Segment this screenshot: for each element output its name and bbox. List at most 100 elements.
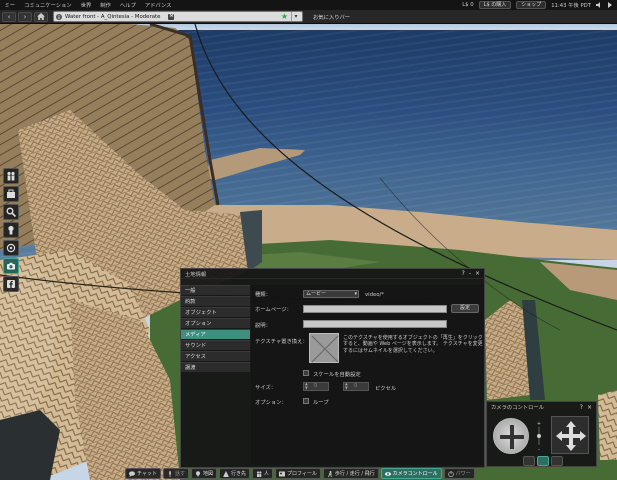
- height-value: 0: [354, 383, 358, 389]
- profile-button[interactable]: プロフィール: [275, 468, 321, 479]
- height-spinner[interactable]: ▲ ▼ 0: [343, 382, 369, 391]
- camera-mode-button[interactable]: [537, 456, 549, 466]
- media-icon[interactable]: [607, 2, 613, 8]
- texture-thumbnail[interactable]: [309, 333, 339, 363]
- chevron-down-icon[interactable]: ▾: [291, 12, 300, 21]
- chat-label: チャット: [137, 471, 157, 477]
- land-tabs: 一般 約款 オブジェクト オプション メディア サウンド アクセス 譲渡: [181, 285, 250, 372]
- destinations-button[interactable]: 行き先: [218, 468, 250, 479]
- tab-objects[interactable]: オブジェクト: [181, 307, 250, 317]
- location-text: Water front - A_Qintesia - Moderate: [65, 13, 161, 20]
- menu-communicate[interactable]: コミュニケーション: [20, 1, 77, 9]
- appearance-icon: [6, 243, 16, 253]
- type-label: 種類：: [255, 292, 271, 298]
- info-icon[interactable]: [56, 13, 62, 20]
- tab-general[interactable]: 一般: [181, 285, 250, 295]
- inventory-button[interactable]: [3, 186, 19, 202]
- move-label: 歩行 / 走行 / 飛行: [334, 471, 375, 477]
- facebook-button[interactable]: [3, 276, 19, 292]
- destinations-label: 行き先: [230, 471, 246, 477]
- autoscale-label: スケールを自動設定: [313, 372, 361, 378]
- forward-button[interactable]: ›: [18, 11, 32, 22]
- home-button[interactable]: [34, 11, 48, 22]
- camera-view-button[interactable]: [523, 456, 535, 466]
- profile-label: プロフィール: [287, 471, 317, 477]
- eye-icon: [384, 471, 391, 476]
- chevron-left-icon: ‹: [7, 12, 11, 21]
- tab-access[interactable]: アクセス: [181, 351, 250, 361]
- tab-sound[interactable]: サウンド: [181, 340, 250, 350]
- menu-advanced[interactable]: アドバンス: [140, 1, 176, 9]
- dialog-title: 土地情報: [185, 271, 207, 278]
- avatar-button[interactable]: [3, 222, 19, 238]
- speak-button[interactable]: 話す: [162, 468, 189, 479]
- close-button[interactable]: ×: [475, 270, 480, 277]
- set-button[interactable]: 設定: [451, 304, 479, 313]
- menu-world[interactable]: 世界: [76, 1, 96, 9]
- media-panel: 種類： ムービー ▾ video/* ホームページ： 設定 説明： テクスチャ置…: [251, 285, 484, 465]
- loop-checkbox[interactable]: [303, 398, 309, 404]
- homepage-label: ホームページ：: [255, 307, 292, 313]
- tab-covenant[interactable]: 約款: [181, 296, 250, 306]
- people-toolbar-button[interactable]: 人: [252, 468, 274, 479]
- width-spinner[interactable]: ▲ ▼ 0: [303, 382, 329, 391]
- people-icon: [7, 171, 15, 181]
- size-unit: ピクセル: [375, 386, 397, 392]
- balance-readout[interactable]: L$ 0: [462, 2, 473, 8]
- help-button[interactable]: ?: [462, 270, 465, 277]
- home-icon: [37, 13, 45, 20]
- camera-pan-pad[interactable]: [551, 416, 589, 454]
- shop-button[interactable]: ショップ: [516, 1, 547, 9]
- profile-icon: [279, 471, 286, 476]
- tab-transfer[interactable]: 譲渡: [181, 362, 250, 372]
- camera-title: カメラのコントロール: [491, 405, 544, 411]
- move-button[interactable]: 歩行 / 走行 / 飛行: [322, 468, 379, 479]
- search-icon: [6, 207, 16, 217]
- destinations-icon: [222, 470, 229, 477]
- media-type-select[interactable]: ムービー ▾: [303, 290, 359, 298]
- volume-icon[interactable]: [596, 2, 602, 8]
- about-land-dialog: 土地情報 ? - × 一般 約款 オブジェクト オプション メディア サウンド …: [180, 268, 485, 468]
- location-input[interactable]: Water front - A_Qintesia - Moderate M ★ …: [53, 11, 303, 22]
- back-button[interactable]: ‹: [2, 11, 16, 22]
- map-label: 地図: [202, 471, 213, 477]
- camera-controls-button[interactable]: カメラコントロール: [380, 468, 442, 479]
- autoscale-checkbox[interactable]: [303, 370, 309, 376]
- tab-options[interactable]: オプション: [181, 318, 250, 328]
- snapshot-button[interactable]: [3, 258, 19, 274]
- power-button[interactable]: パワー: [443, 468, 475, 479]
- landmark-star-icon[interactable]: ★: [281, 12, 288, 21]
- chat-button[interactable]: チャット: [125, 468, 161, 479]
- maturity-badge: M: [168, 13, 175, 20]
- chevron-down-icon: ▾: [354, 291, 357, 297]
- spinner-arrows-icon: ▲ ▼: [345, 382, 348, 390]
- menu-help[interactable]: ヘルプ: [115, 1, 140, 9]
- orbit-arrows-icon: [500, 425, 524, 449]
- camera-zoom-slider[interactable]: + -: [536, 420, 542, 452]
- power-icon: [447, 470, 454, 477]
- description-field[interactable]: [303, 320, 447, 328]
- people-button[interactable]: [3, 168, 19, 184]
- appearance-button[interactable]: [3, 240, 19, 256]
- tab-media[interactable]: メディア: [181, 329, 250, 339]
- favorites-bar-label[interactable]: お気に入りバー: [313, 13, 350, 21]
- menu-me[interactable]: ミー: [0, 1, 20, 9]
- search-button[interactable]: [3, 204, 19, 220]
- navigation-bar: ‹ › Water front - A_Qintesia - Moderate …: [0, 10, 617, 24]
- camera-preset-button[interactable]: [551, 456, 563, 466]
- description-label: 説明：: [255, 323, 271, 329]
- chat-bubble-icon: [129, 470, 135, 477]
- map-button[interactable]: 地図: [190, 468, 217, 479]
- camera-close-button[interactable]: ×: [587, 404, 592, 411]
- camera-orbit-joystick[interactable]: [493, 418, 529, 454]
- homepage-url-field[interactable]: [303, 305, 447, 313]
- minimize-button[interactable]: -: [469, 270, 471, 277]
- power-label: パワー: [455, 471, 471, 477]
- camera-help-button[interactable]: ?: [580, 404, 583, 411]
- camera-titlebar[interactable]: カメラのコントロール ? ×: [487, 402, 596, 412]
- camera-controls-label: カメラコントロール: [392, 471, 438, 477]
- menu-build[interactable]: 制作: [96, 1, 116, 9]
- buy-currency-button[interactable]: L$ の購入: [478, 1, 512, 9]
- dialog-titlebar[interactable]: 土地情報 ? - ×: [181, 269, 484, 279]
- facebook-icon: [7, 280, 15, 288]
